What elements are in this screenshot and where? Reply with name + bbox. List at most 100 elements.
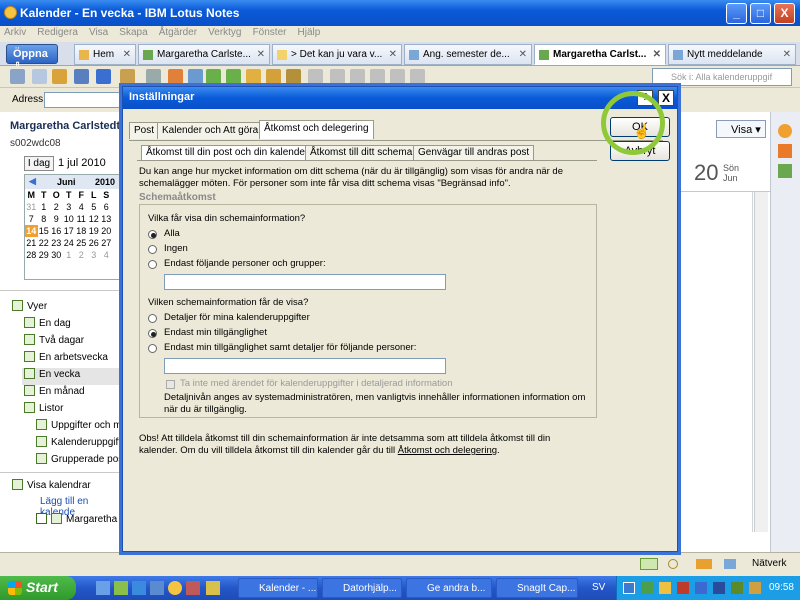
quicklaunch-app-icon[interactable] (186, 581, 200, 595)
day-cell[interactable]: 15 (38, 225, 51, 237)
dialog-tab-atkomst[interactable]: Åtkomst och delegering (259, 120, 374, 139)
tray-icon[interactable] (677, 582, 689, 594)
today-button[interactable]: I dag (24, 156, 54, 171)
quicklaunch-desktop-icon[interactable] (96, 581, 110, 595)
dialog-tab-kalender[interactable]: Kalender och Att göra (157, 122, 264, 139)
toolbar-arrow-up-icon[interactable] (246, 69, 261, 84)
day-cell-selected[interactable]: 14 (25, 225, 38, 237)
feeds-icon[interactable] (778, 144, 792, 158)
toolbar-tool-icon[interactable] (410, 69, 425, 84)
toolbar-arrow-down-icon[interactable] (226, 69, 241, 84)
list-calendar-entries[interactable]: Kalenderuppgift (36, 436, 121, 453)
menu-redigera[interactable]: Redigera (33, 26, 82, 39)
address-input[interactable] (44, 92, 124, 108)
day-cell[interactable]: 9 (50, 213, 63, 225)
day-cell[interactable]: 22 (38, 237, 51, 249)
day-cell[interactable]: 4 (75, 201, 88, 213)
open-button[interactable]: Öppna ⇩ (6, 44, 58, 73)
day-cell[interactable]: 16 (50, 225, 63, 237)
close-tab-icon[interactable]: ✕ (389, 49, 397, 60)
radio-detaljer[interactable] (148, 314, 157, 323)
tray-icon[interactable] (659, 582, 671, 594)
checkbox-checked-icon[interactable] (36, 513, 47, 524)
day-cell[interactable]: 12 (88, 213, 101, 225)
quicklaunch-ie-icon[interactable] (132, 581, 146, 595)
view-en-dag[interactable]: En dag (24, 317, 71, 334)
tray-icon[interactable] (623, 582, 635, 594)
views-header[interactable]: Vyer (12, 300, 47, 317)
mail-status-icon[interactable] (724, 559, 736, 569)
dialog-tab-post[interactable]: Post (129, 122, 160, 139)
day-cell[interactable]: 21 (25, 237, 38, 249)
show-button[interactable]: Visa ▾ (716, 120, 766, 138)
toolbar-new-icon[interactable] (10, 69, 25, 84)
view-tva-dagar[interactable]: Två dagar (24, 334, 84, 351)
close-window-button[interactable]: X (774, 3, 795, 24)
list-tasks[interactable]: Uppgifter och m (36, 419, 122, 436)
day-cell[interactable]: 6 (100, 201, 113, 213)
toolbar-stop-icon[interactable] (168, 69, 183, 84)
key-icon[interactable] (696, 559, 712, 569)
day-cell[interactable]: 10 (63, 213, 76, 225)
status-circle-icon[interactable] (668, 559, 678, 569)
language-indicator[interactable]: SV (592, 582, 605, 593)
tray-icon[interactable] (713, 582, 725, 594)
toolbar-plus-icon[interactable] (330, 69, 345, 84)
tab-margaretha-active[interactable]: Margaretha Carlst... ✕ (534, 44, 666, 65)
toolbar-refresh-icon[interactable] (188, 69, 203, 84)
detail-persons-input[interactable] (164, 358, 446, 374)
day-cell[interactable]: 7 (25, 213, 38, 225)
view-en-vecka[interactable]: En vecka (22, 368, 122, 385)
task-kalender[interactable]: Kalender - ... (238, 578, 318, 598)
day-cell[interactable]: 5 (88, 201, 101, 213)
quicklaunch-word-icon[interactable] (150, 581, 164, 595)
close-tab-icon[interactable]: ✕ (783, 49, 791, 60)
toolbar-down-icon[interactable] (206, 69, 221, 84)
radio-tillganglighet-detaljer[interactable] (148, 344, 157, 353)
close-tab-icon[interactable]: ✕ (519, 49, 527, 60)
day-cell[interactable]: 13 (100, 213, 113, 225)
day-cell[interactable]: 19 (88, 225, 101, 237)
day-at-a-glance-icon[interactable] (778, 164, 792, 178)
day-cell[interactable]: 30 (50, 249, 63, 261)
menu-skapa[interactable]: Skapa (115, 26, 151, 39)
dialog-close-button[interactable]: X (658, 90, 674, 106)
toolbar-move-icon[interactable] (370, 69, 385, 84)
tab-det-kan-ju[interactable]: > Det kan ju vara v... ✕ (272, 44, 402, 65)
view-arbetsvecka[interactable]: En arbetsvecka (24, 351, 108, 368)
day-cell[interactable]: 2 (75, 249, 88, 261)
clock[interactable]: 09:58 (769, 582, 794, 593)
tab-nytt-meddelande[interactable]: Nytt meddelande ✕ (668, 44, 796, 65)
calendar-entry-margaretha[interactable]: Margaretha C (36, 513, 127, 530)
day-cell[interactable]: 11 (75, 213, 88, 225)
exclude-subject-checkbox[interactable] (166, 380, 175, 389)
day-cell[interactable]: 1 (38, 201, 51, 213)
tab-hem[interactable]: Hem ✕ (74, 44, 136, 65)
toolbar-nav-icon[interactable] (308, 69, 323, 84)
day-cell[interactable]: 20 (100, 225, 113, 237)
tray-icon[interactable] (695, 582, 707, 594)
day-cell[interactable]: 29 (38, 249, 51, 261)
view-en-manad[interactable]: En månad (24, 385, 85, 402)
close-tab-icon[interactable]: ✕ (123, 49, 131, 60)
toolbar-info-icon[interactable] (96, 69, 111, 84)
network-label[interactable]: Nätverk (752, 558, 786, 569)
volume-icon[interactable] (749, 582, 761, 594)
menu-arkiv[interactable]: Arkiv (0, 26, 30, 39)
day-cell[interactable]: 8 (38, 213, 51, 225)
day-cell[interactable]: 1 (63, 249, 76, 261)
radio-ingen[interactable] (148, 245, 157, 254)
vertical-scrollbar[interactable] (754, 192, 768, 532)
toolbar-collapse-icon[interactable] (286, 69, 301, 84)
day-cell[interactable]: 31 (25, 201, 38, 213)
toolbar-search-icon[interactable] (120, 69, 135, 84)
tab-margaretha-1[interactable]: Margaretha Carlste... ✕ (138, 44, 270, 65)
prev-month-icon[interactable]: ◀ (29, 176, 36, 187)
maximize-button[interactable]: □ (750, 3, 771, 24)
day-cell[interactable]: 23 (50, 237, 63, 249)
status-indicator-icon[interactable] (640, 558, 658, 570)
subtab-genvagar[interactable]: Genvägar till andras post (413, 145, 535, 160)
quicklaunch-folder-icon[interactable] (206, 581, 220, 595)
menu-visa[interactable]: Visa (85, 26, 112, 39)
radio-alla[interactable] (148, 230, 157, 239)
